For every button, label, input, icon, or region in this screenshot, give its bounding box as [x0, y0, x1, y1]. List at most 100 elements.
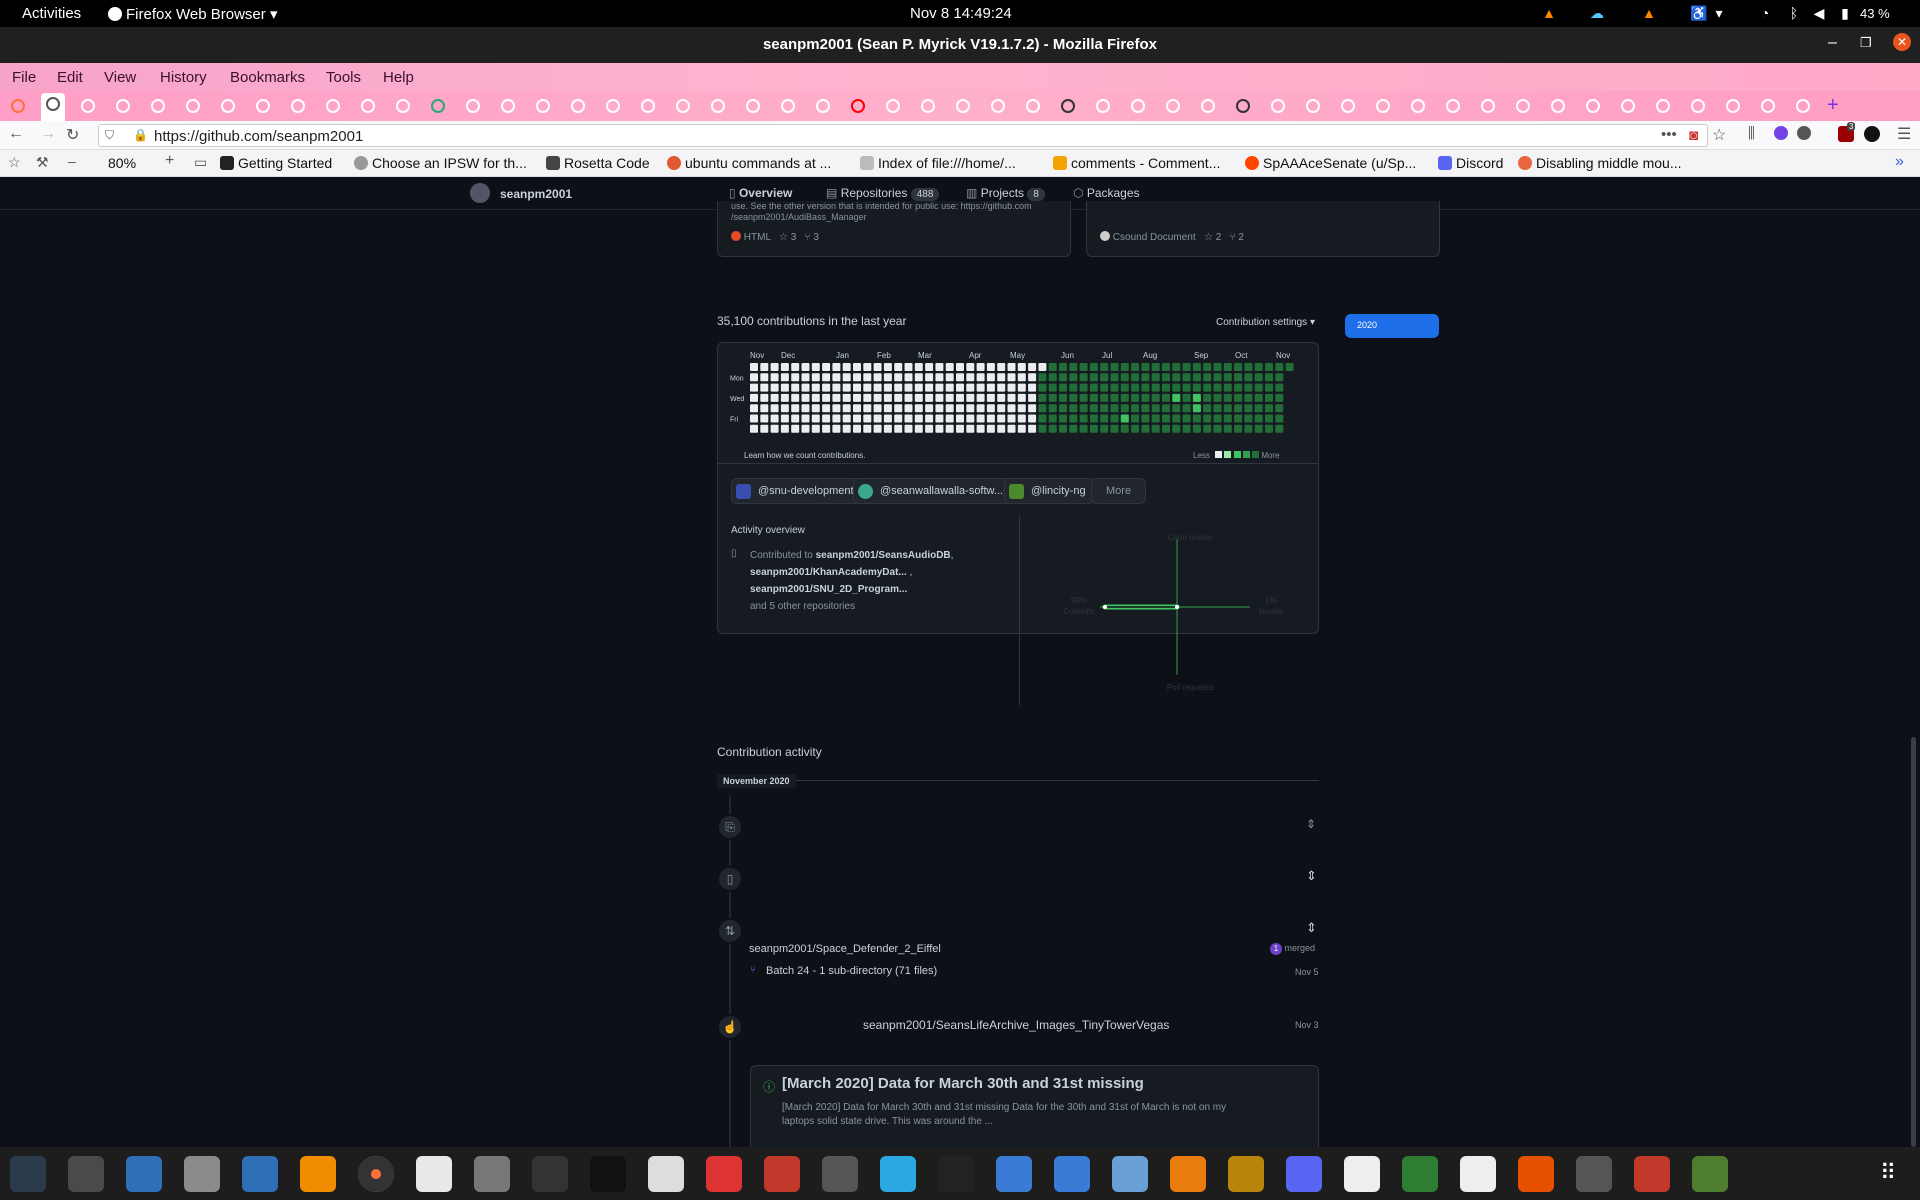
calendar-day-cell[interactable]	[1079, 424, 1088, 433]
contribution-settings-dropdown[interactable]: Contribution settings ▾	[1216, 317, 1315, 328]
calendar-day-cell[interactable]	[883, 393, 892, 402]
calendar-day-cell[interactable]	[976, 414, 985, 423]
browser-tab[interactable]	[881, 95, 905, 117]
calendar-day-cell[interactable]	[801, 393, 810, 402]
calendar-day-cell[interactable]	[1192, 373, 1201, 382]
page-actions-icon[interactable]: •••	[1661, 126, 1677, 143]
calendar-day-cell[interactable]	[1059, 414, 1067, 423]
calendar-day-cell[interactable]	[997, 414, 1006, 423]
calendar-day-cell[interactable]	[1182, 363, 1191, 371]
calendar-day-cell[interactable]	[997, 393, 1006, 402]
menu-edit[interactable]: Edit	[57, 69, 83, 86]
calendar-day-cell[interactable]	[1234, 393, 1243, 402]
calendar-day-cell[interactable]	[770, 363, 779, 371]
bookmark-askubuntu[interactable]: Disabling middle mou...	[1518, 155, 1682, 171]
calendar-day-cell[interactable]	[1017, 363, 1026, 371]
inkscape-icon[interactable]	[648, 1156, 684, 1192]
bookmark-ubuntu[interactable]: ubuntu commands at ...	[667, 155, 831, 171]
forward-icon[interactable]: →	[40, 125, 56, 143]
calendar-day-cell[interactable]	[1141, 373, 1150, 382]
calendar-day-cell[interactable]	[873, 393, 882, 402]
calendar-day-cell[interactable]	[956, 363, 964, 371]
calendar-day-cell[interactable]	[1172, 404, 1181, 413]
calendar-day-cell[interactable]	[780, 363, 789, 371]
mario-icon[interactable]	[1634, 1156, 1670, 1192]
collapse-icon[interactable]: ⇕	[1306, 920, 1317, 936]
star-icon[interactable]: ☆	[1204, 232, 1213, 243]
calendar-day-cell[interactable]	[986, 414, 995, 423]
calendar-day-cell[interactable]	[1244, 383, 1253, 392]
calendar-day-cell[interactable]	[863, 424, 872, 433]
calendar-day-cell[interactable]	[811, 363, 820, 371]
calendar-day-cell[interactable]	[1141, 404, 1150, 413]
terminal-icon[interactable]	[68, 1156, 104, 1192]
calendar-day-cell[interactable]	[1223, 414, 1232, 423]
calendar-day-cell[interactable]	[780, 393, 789, 402]
calendar-day-cell[interactable]	[914, 393, 923, 402]
calendar-day-cell[interactable]	[894, 363, 903, 371]
calendar-day-cell[interactable]	[832, 424, 841, 433]
notes-icon[interactable]	[1228, 1156, 1264, 1192]
clock[interactable]: Nov 8 14:49:24	[910, 5, 1012, 22]
calendar-day-cell[interactable]	[791, 414, 800, 423]
learn-link[interactable]: Learn how we count contributions.	[744, 451, 865, 460]
calendar-day-cell[interactable]	[1275, 393, 1284, 402]
browser-tab[interactable]	[1266, 95, 1290, 117]
search-icon[interactable]	[532, 1156, 568, 1192]
calendar-day-cell[interactable]	[1234, 424, 1243, 433]
calendar-day-cell[interactable]	[1254, 383, 1263, 392]
calendar-day-cell[interactable]	[760, 363, 769, 371]
minecraft-icon[interactable]	[1692, 1156, 1728, 1192]
calendar-day-cell[interactable]	[811, 404, 820, 413]
calendar-day-cell[interactable]	[914, 424, 923, 433]
tab-projects[interactable]: ▥ Projects 8	[966, 186, 1045, 201]
calendar-day-cell[interactable]	[1100, 424, 1109, 433]
zoom-level[interactable]: 80%	[108, 155, 136, 171]
calendar-day-cell[interactable]	[1120, 424, 1129, 433]
org-filter-seanwallawalla[interactable]: @seanwallawalla-softw...	[853, 478, 1013, 504]
calendar-day-cell[interactable]	[894, 383, 903, 392]
calendar-day-cell[interactable]	[1131, 363, 1140, 371]
calendar-day-cell[interactable]	[1192, 363, 1201, 371]
calendar-day-cell[interactable]	[811, 414, 820, 423]
calendar-day-cell[interactable]	[1028, 363, 1037, 371]
calendar-day-cell[interactable]	[1254, 404, 1263, 413]
calendar-day-cell[interactable]	[986, 373, 995, 382]
calendar-day-cell[interactable]	[894, 404, 903, 413]
calendar-day-cell[interactable]	[904, 414, 913, 423]
calendar-day-cell[interactable]	[945, 393, 954, 402]
new-tab-button[interactable]: +	[1827, 94, 1839, 117]
spreadsheet-icon[interactable]	[1402, 1156, 1438, 1192]
calendar-day-cell[interactable]	[801, 373, 810, 382]
calendar-day-cell[interactable]	[1254, 424, 1263, 433]
accessibility-icon[interactable]: ♿	[1690, 4, 1708, 22]
browser-tab[interactable]	[321, 95, 345, 117]
calendar-day-cell[interactable]	[1141, 383, 1150, 392]
calendar-day-cell[interactable]	[1223, 404, 1232, 413]
calendar-day-cell[interactable]	[853, 383, 861, 392]
star-count[interactable]: 2	[1216, 232, 1222, 243]
expand-icon[interactable]: ⇕	[1306, 868, 1317, 884]
calendar-day-cell[interactable]	[1089, 393, 1098, 402]
calendar-day-cell[interactable]	[853, 404, 861, 413]
browser-tab[interactable]	[1651, 95, 1675, 117]
star-icon[interactable]: ☆	[779, 232, 788, 243]
calendar-day-cell[interactable]	[935, 383, 944, 392]
calendar-day-cell[interactable]	[1131, 383, 1140, 392]
bookmark-ipsw[interactable]: Choose an IPSW for th...	[354, 155, 527, 171]
calendar-day-cell[interactable]	[1203, 404, 1212, 413]
calendar-day-cell[interactable]	[1007, 373, 1016, 382]
calendar-day-cell[interactable]	[1110, 383, 1119, 392]
calendar-day-cell[interactable]	[822, 393, 831, 402]
browser-tab[interactable]	[461, 95, 485, 117]
calendar-day-cell[interactable]	[945, 414, 954, 423]
calendar-day-cell[interactable]	[1110, 393, 1119, 402]
calendar-day-cell[interactable]	[1213, 393, 1222, 402]
app-menu[interactable]: Firefox Web Browser ▾	[108, 5, 277, 23]
calendar-day-cell[interactable]	[1244, 363, 1253, 371]
calendar-day-cell[interactable]	[1203, 373, 1212, 382]
browser-tab[interactable]	[1196, 95, 1220, 117]
calendar-day-cell[interactable]	[1110, 424, 1119, 433]
calendar-day-cell[interactable]	[750, 373, 758, 382]
calendar-day-cell[interactable]	[1038, 424, 1047, 433]
